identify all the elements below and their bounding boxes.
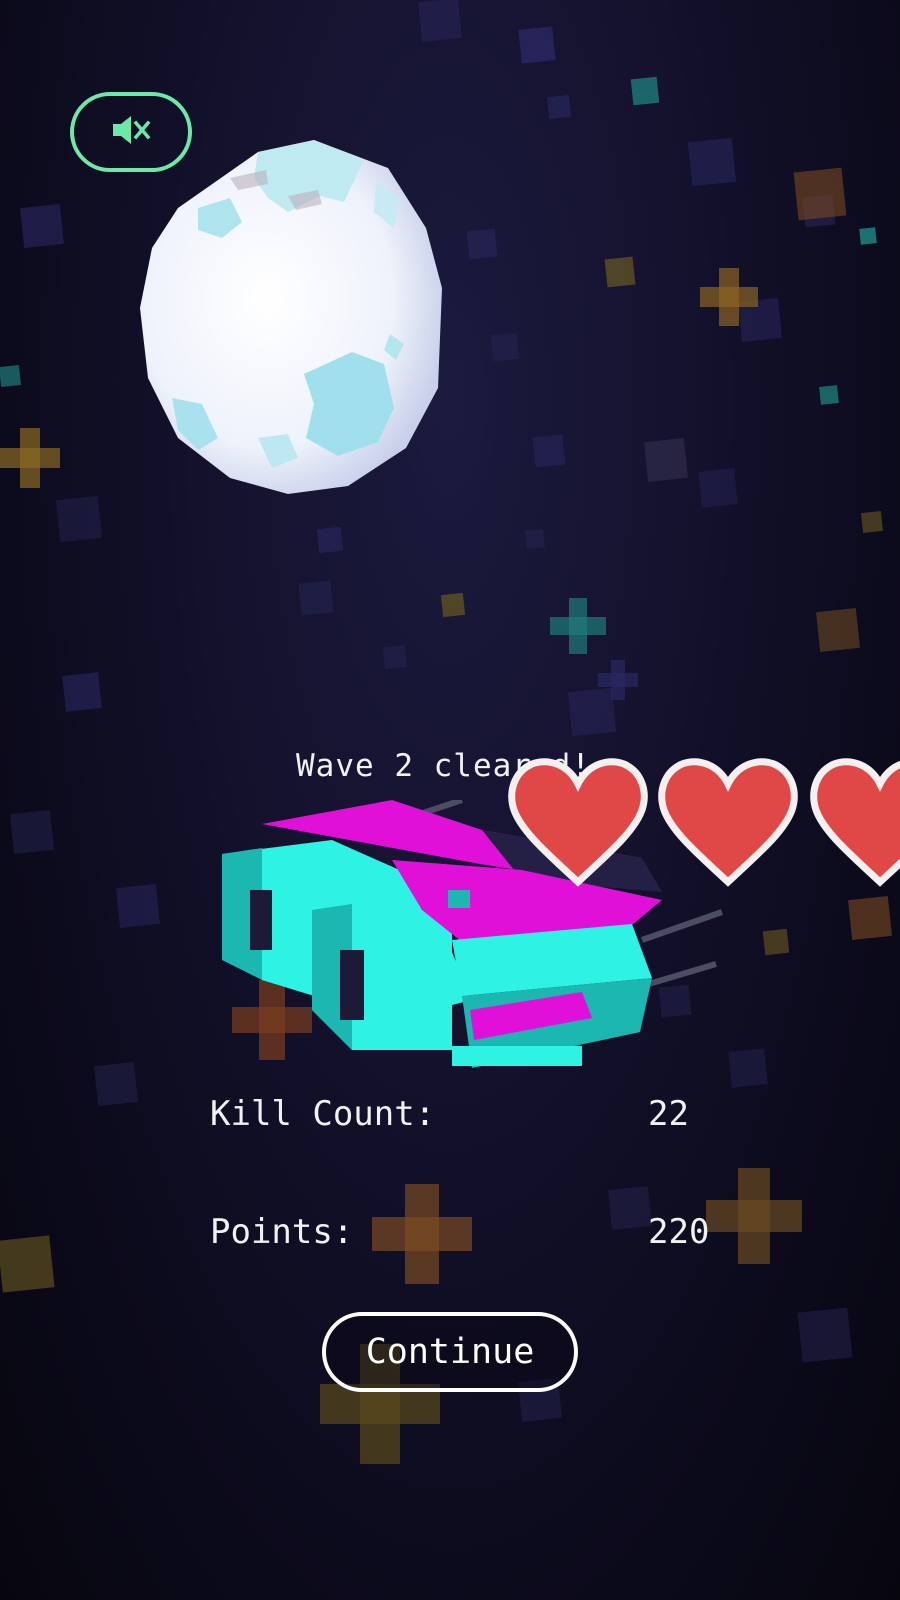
star-pixel (440, 592, 466, 618)
lives-display (508, 758, 900, 908)
star-pixel (62, 672, 102, 712)
star-pixel (861, 511, 883, 533)
heart-icon (658, 758, 798, 888)
continue-button[interactable]: Continue (322, 1312, 578, 1392)
star-glow (568, 598, 588, 654)
star-pixel (466, 228, 498, 260)
star-pixel (859, 227, 877, 245)
star-pixel (418, 0, 462, 42)
star-pixel (797, 1307, 853, 1363)
star-pixel (762, 928, 790, 956)
speaker-muted-icon (109, 112, 153, 152)
star-pixel (567, 687, 617, 737)
star-pixel (525, 529, 545, 549)
continue-button-label: Continue (365, 1332, 535, 1372)
star-pixel (546, 94, 572, 120)
star-pixel (316, 526, 344, 554)
star-glow (611, 660, 625, 700)
star-glow (738, 1168, 770, 1264)
star-pixel (490, 332, 520, 362)
star-pixel (0, 1235, 55, 1293)
star-pixel (55, 495, 103, 543)
star-pixel (532, 434, 566, 468)
star-pixel (819, 385, 839, 405)
heart-icon (810, 758, 900, 888)
star-pixel (10, 810, 54, 854)
star-glow (405, 1184, 439, 1284)
star-pixel (698, 468, 738, 508)
points-value: 220 (648, 1212, 710, 1252)
star-pixel (298, 580, 334, 616)
star-pixel (116, 884, 160, 928)
star-pixel (20, 204, 64, 248)
star-pixel (94, 1062, 138, 1106)
star-pixel (687, 137, 737, 187)
star-pixel (604, 256, 636, 288)
star-pixel (816, 608, 860, 652)
star-glow (719, 268, 739, 326)
points-label: Points: (210, 1212, 354, 1252)
heart-icon (508, 758, 648, 888)
kill-count-label: Kill Count: (210, 1094, 436, 1134)
star-pixel (382, 644, 408, 670)
star-pixel (518, 26, 556, 64)
kill-count-value: 22 (648, 1094, 689, 1134)
star-pixel (0, 365, 21, 387)
moon-planet (138, 138, 450, 506)
star-pixel (608, 1186, 652, 1230)
star-pixel (630, 76, 660, 106)
sound-toggle-button[interactable] (70, 92, 192, 172)
star-pixel (644, 438, 688, 482)
star-pixel (793, 167, 847, 221)
star-glow (20, 428, 40, 488)
